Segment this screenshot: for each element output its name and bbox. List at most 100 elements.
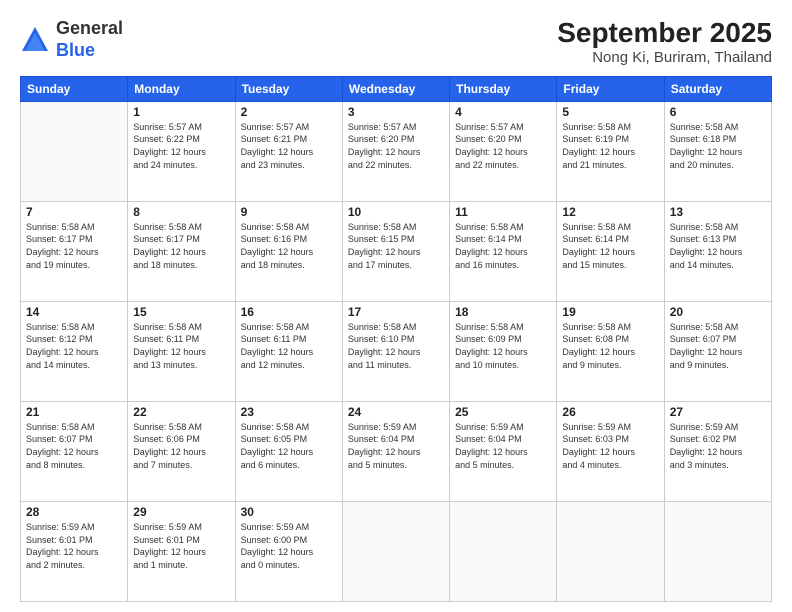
calendar-week-4: 21Sunrise: 5:58 AM Sunset: 6:07 PM Dayli…	[21, 401, 772, 501]
calendar-cell: 2 Sunrise: 5:57 AM Sunset: 6:21 PM Daylig…	[235, 101, 342, 201]
day-number: 4	[455, 105, 551, 119]
logo-general: General	[56, 18, 123, 38]
day-number: 5	[562, 105, 658, 119]
day-info: Sunrise: 5:59 AM Sunset: 6:00 PM Dayligh…	[241, 521, 337, 571]
day-info: Sunrise: 5:58 AM Sunset: 6:06 PM Dayligh…	[133, 421, 229, 471]
calendar-cell: 1 Sunrise: 5:57 AM Sunset: 6:22 PM Daylig…	[128, 101, 235, 201]
calendar-cell: 8 Sunrise: 5:58 AM Sunset: 6:17 PM Daylig…	[128, 201, 235, 301]
day-number: 11	[455, 205, 551, 219]
page: General Blue September 2025 Nong Ki, Bur…	[0, 0, 792, 612]
logo-icon	[20, 25, 50, 55]
day-info: Sunrise: 5:57 AM Sunset: 6:20 PM Dayligh…	[348, 121, 444, 171]
day-info: Sunrise: 5:57 AM Sunset: 6:22 PM Dayligh…	[133, 121, 229, 171]
day-number: 20	[670, 305, 766, 319]
calendar-cell: 24 Sunrise: 5:59 AM Sunset: 6:04 PM Dayli…	[342, 401, 449, 501]
day-header-tuesday: Tuesday	[235, 76, 342, 101]
day-number: 26	[562, 405, 658, 419]
header: General Blue September 2025 Nong Ki, Bur…	[20, 18, 772, 66]
calendar-cell: 18Sunrise: 5:58 AM Sunset: 6:09 PM Dayli…	[450, 301, 557, 401]
calendar-cell: 19 Sunrise: 5:58 AM Sunset: 6:08 PM Dayli…	[557, 301, 664, 401]
day-info: Sunrise: 5:59 AM Sunset: 6:01 PM Dayligh…	[26, 521, 122, 571]
day-number: 30	[241, 505, 337, 519]
calendar-table: SundayMondayTuesdayWednesdayThursdayFrid…	[20, 76, 772, 602]
logo: General Blue	[20, 18, 123, 61]
day-info: Sunrise: 5:58 AM Sunset: 6:15 PM Dayligh…	[348, 221, 444, 271]
day-info: Sunrise: 5:59 AM Sunset: 6:03 PM Dayligh…	[562, 421, 658, 471]
day-info: Sunrise: 5:58 AM Sunset: 6:07 PM Dayligh…	[670, 321, 766, 371]
day-number: 23	[241, 405, 337, 419]
calendar-cell: 17Sunrise: 5:58 AM Sunset: 6:10 PM Dayli…	[342, 301, 449, 401]
day-number: 28	[26, 505, 122, 519]
calendar-cell: 16 Sunrise: 5:58 AM Sunset: 6:11 PM Dayli…	[235, 301, 342, 401]
day-number: 3	[348, 105, 444, 119]
day-number: 1	[133, 105, 229, 119]
day-number: 2	[241, 105, 337, 119]
day-info: Sunrise: 5:58 AM Sunset: 6:11 PM Dayligh…	[133, 321, 229, 371]
day-info: Sunrise: 5:58 AM Sunset: 6:05 PM Dayligh…	[241, 421, 337, 471]
calendar-cell: 25Sunrise: 5:59 AM Sunset: 6:04 PM Dayli…	[450, 401, 557, 501]
day-info: Sunrise: 5:58 AM Sunset: 6:13 PM Dayligh…	[670, 221, 766, 271]
day-number: 10	[348, 205, 444, 219]
day-number: 16	[241, 305, 337, 319]
day-number: 27	[670, 405, 766, 419]
day-header-saturday: Saturday	[664, 76, 771, 101]
day-info: Sunrise: 5:58 AM Sunset: 6:10 PM Dayligh…	[348, 321, 444, 371]
calendar-cell: 30 Sunrise: 5:59 AM Sunset: 6:00 PM Dayli…	[235, 501, 342, 601]
day-info: Sunrise: 5:58 AM Sunset: 6:11 PM Dayligh…	[241, 321, 337, 371]
calendar-cell: 28 Sunrise: 5:59 AM Sunset: 6:01 PM Dayli…	[21, 501, 128, 601]
calendar-cell: 4Sunrise: 5:57 AM Sunset: 6:20 PM Daylig…	[450, 101, 557, 201]
day-number: 9	[241, 205, 337, 219]
day-info: Sunrise: 5:58 AM Sunset: 6:19 PM Dayligh…	[562, 121, 658, 171]
day-header-thursday: Thursday	[450, 76, 557, 101]
day-info: Sunrise: 5:59 AM Sunset: 6:01 PM Dayligh…	[133, 521, 229, 571]
day-number: 15	[133, 305, 229, 319]
day-info: Sunrise: 5:58 AM Sunset: 6:18 PM Dayligh…	[670, 121, 766, 171]
calendar-cell: 27 Sunrise: 5:59 AM Sunset: 6:02 PM Dayli…	[664, 401, 771, 501]
day-header-wednesday: Wednesday	[342, 76, 449, 101]
day-info: Sunrise: 5:59 AM Sunset: 6:04 PM Dayligh…	[348, 421, 444, 471]
day-number: 24	[348, 405, 444, 419]
calendar-cell: 10 Sunrise: 5:58 AM Sunset: 6:15 PM Dayli…	[342, 201, 449, 301]
calendar-cell	[557, 501, 664, 601]
calendar-cell	[664, 501, 771, 601]
day-header-friday: Friday	[557, 76, 664, 101]
calendar-cell	[342, 501, 449, 601]
calendar-cell: 5 Sunrise: 5:58 AM Sunset: 6:19 PM Daylig…	[557, 101, 664, 201]
day-info: Sunrise: 5:58 AM Sunset: 6:17 PM Dayligh…	[133, 221, 229, 271]
calendar-cell: 9 Sunrise: 5:58 AM Sunset: 6:16 PM Daylig…	[235, 201, 342, 301]
calendar-cell: 3 Sunrise: 5:57 AM Sunset: 6:20 PM Daylig…	[342, 101, 449, 201]
calendar-week-2: 7Sunrise: 5:58 AM Sunset: 6:17 PM Daylig…	[21, 201, 772, 301]
calendar-title: September 2025	[557, 18, 772, 49]
day-number: 8	[133, 205, 229, 219]
calendar-header-row: SundayMondayTuesdayWednesdayThursdayFrid…	[21, 76, 772, 101]
day-number: 6	[670, 105, 766, 119]
day-info: Sunrise: 5:59 AM Sunset: 6:02 PM Dayligh…	[670, 421, 766, 471]
calendar-cell: 11 Sunrise: 5:58 AM Sunset: 6:14 PM Dayli…	[450, 201, 557, 301]
logo-text: General Blue	[56, 18, 123, 61]
logo-blue: Blue	[56, 40, 95, 60]
day-number: 22	[133, 405, 229, 419]
day-info: Sunrise: 5:58 AM Sunset: 6:17 PM Dayligh…	[26, 221, 122, 271]
calendar-cell: 15 Sunrise: 5:58 AM Sunset: 6:11 PM Dayli…	[128, 301, 235, 401]
calendar-subtitle: Nong Ki, Buriram, Thailand	[557, 49, 772, 66]
day-info: Sunrise: 5:57 AM Sunset: 6:21 PM Dayligh…	[241, 121, 337, 171]
calendar-cell: 20 Sunrise: 5:58 AM Sunset: 6:07 PM Dayli…	[664, 301, 771, 401]
day-header-monday: Monday	[128, 76, 235, 101]
calendar-cell: 13Sunrise: 5:58 AM Sunset: 6:13 PM Dayli…	[664, 201, 771, 301]
day-info: Sunrise: 5:58 AM Sunset: 6:16 PM Dayligh…	[241, 221, 337, 271]
calendar-cell: 22 Sunrise: 5:58 AM Sunset: 6:06 PM Dayli…	[128, 401, 235, 501]
calendar-cell: 26 Sunrise: 5:59 AM Sunset: 6:03 PM Dayli…	[557, 401, 664, 501]
calendar-cell: 7Sunrise: 5:58 AM Sunset: 6:17 PM Daylig…	[21, 201, 128, 301]
calendar-cell: 21Sunrise: 5:58 AM Sunset: 6:07 PM Dayli…	[21, 401, 128, 501]
day-header-sunday: Sunday	[21, 76, 128, 101]
day-number: 19	[562, 305, 658, 319]
title-block: September 2025 Nong Ki, Buriram, Thailan…	[557, 18, 772, 66]
day-info: Sunrise: 5:58 AM Sunset: 6:08 PM Dayligh…	[562, 321, 658, 371]
day-number: 29	[133, 505, 229, 519]
day-info: Sunrise: 5:58 AM Sunset: 6:12 PM Dayligh…	[26, 321, 122, 371]
day-info: Sunrise: 5:58 AM Sunset: 6:14 PM Dayligh…	[455, 221, 551, 271]
day-number: 25	[455, 405, 551, 419]
calendar-week-5: 28 Sunrise: 5:59 AM Sunset: 6:01 PM Dayli…	[21, 501, 772, 601]
calendar-cell	[21, 101, 128, 201]
calendar-cell: 14Sunrise: 5:58 AM Sunset: 6:12 PM Dayli…	[21, 301, 128, 401]
